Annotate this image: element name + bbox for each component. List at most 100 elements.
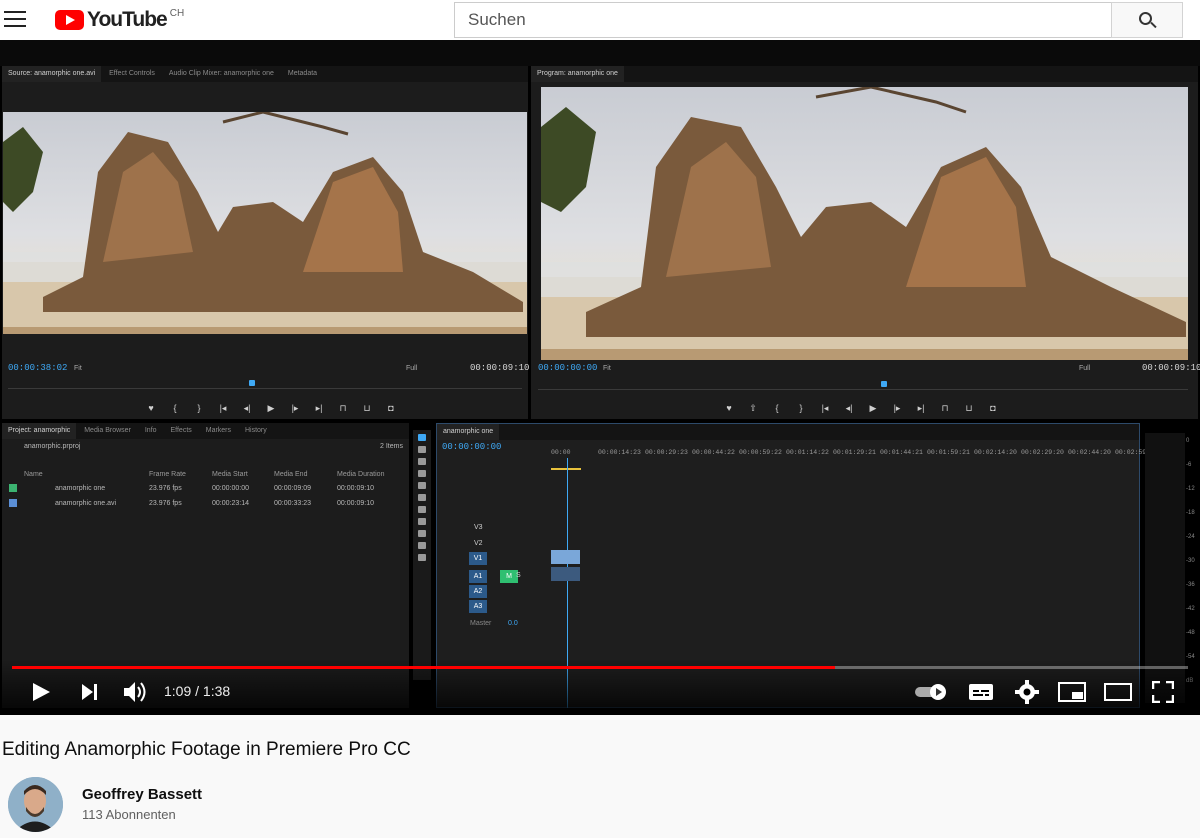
col-media-end[interactable]: Media End — [274, 471, 307, 478]
track-v1[interactable]: V1 — [469, 552, 487, 565]
channel-name[interactable]: Geoffrey Bassett — [82, 786, 202, 803]
settings-button[interactable] — [1015, 680, 1039, 709]
tab-info[interactable]: Info — [139, 423, 163, 439]
selection-tool-icon[interactable] — [418, 434, 426, 441]
pen-tool-icon[interactable] — [418, 530, 426, 537]
master-volume[interactable]: 0.0 — [508, 620, 518, 627]
autoplay-toggle-icon — [915, 684, 946, 700]
program-scrub-bar[interactable] — [538, 389, 1188, 390]
subtitles-button[interactable] — [968, 682, 994, 707]
track-a2[interactable]: A2 — [469, 585, 487, 598]
tab-project[interactable]: Project: anamorphic — [2, 423, 77, 439]
insert-icon[interactable]: ⊓ — [338, 403, 348, 414]
program-quality-dropdown[interactable]: Full — [1079, 365, 1090, 372]
progress-bar[interactable] — [12, 666, 1188, 669]
tab-metadata[interactable]: Metadata — [282, 66, 323, 82]
fullscreen-button[interactable] — [1151, 680, 1175, 708]
track-v2[interactable]: V2 — [474, 540, 483, 547]
video-clip[interactable] — [551, 550, 580, 564]
marker-icon[interactable]: ♥ — [724, 403, 734, 414]
overwrite-icon[interactable]: ⊔ — [362, 403, 372, 414]
next-button[interactable] — [79, 681, 101, 708]
track-a3[interactable]: A3 — [469, 600, 487, 613]
tab-effect-controls[interactable]: Effect Controls — [103, 66, 161, 82]
program-timecode-in[interactable]: 00:00:00:00 — [538, 363, 597, 373]
lift-icon[interactable]: ⊓ — [940, 403, 950, 414]
mark-out-icon[interactable]: } — [796, 403, 806, 414]
slip-tool-icon[interactable] — [418, 506, 426, 513]
source-playhead[interactable] — [249, 380, 255, 386]
razor-tool-icon[interactable] — [418, 494, 426, 501]
program-fit-dropdown[interactable]: Fit — [603, 365, 611, 372]
rolling-edit-tool-icon[interactable] — [418, 470, 426, 477]
tab-media-browser[interactable]: Media Browser — [78, 423, 137, 439]
volume-button[interactable] — [122, 680, 148, 709]
play-icon-program[interactable]: ▶ — [868, 403, 878, 414]
mark-out-icon[interactable]: } — [194, 403, 204, 414]
theater-mode-button[interactable] — [1104, 683, 1132, 706]
work-area-bar[interactable] — [551, 468, 581, 470]
timeline-timecode[interactable]: 00:00:00:00 — [442, 442, 501, 452]
tab-audio-clip-mixer[interactable]: Audio Clip Mixer: anamorphic one — [163, 66, 280, 82]
col-name[interactable]: Name — [24, 471, 43, 478]
hand-tool-icon[interactable] — [418, 542, 426, 549]
camera-icon[interactable]: ◘ — [988, 403, 998, 414]
source-scrub-bar[interactable] — [8, 388, 522, 389]
track-select-tool-icon[interactable] — [418, 446, 426, 453]
col-media-duration[interactable]: Media Duration — [337, 471, 384, 478]
slide-tool-icon[interactable] — [418, 518, 426, 525]
extract-icon[interactable]: ⊔ — [964, 403, 974, 414]
play-button[interactable] — [30, 681, 52, 708]
mark-in-icon[interactable]: { — [170, 403, 180, 414]
channel-avatar[interactable] — [8, 777, 63, 832]
go-to-in-icon[interactable]: |◂ — [820, 403, 830, 414]
meter-tick-label: -30 — [1186, 558, 1195, 564]
step-forward-icon[interactable]: |▸ — [892, 403, 902, 414]
label-color-swatch — [9, 499, 17, 507]
master-track[interactable]: Master — [470, 620, 491, 627]
a1-solo-toggle[interactable]: S — [516, 572, 521, 579]
video-player[interactable]: Source: anamorphic one.avi Effect Contro… — [0, 40, 1200, 715]
miniplayer-button[interactable] — [1058, 682, 1086, 707]
ruler-tick-label: 00:02:29:20 — [1021, 449, 1064, 456]
play-icon-source[interactable]: ▶ — [266, 403, 276, 414]
tab-program[interactable]: Program: anamorphic one — [531, 66, 624, 82]
country-code: CH — [169, 7, 185, 19]
lift-icon[interactable]: ⇧ — [748, 403, 758, 414]
mark-in-icon[interactable]: { — [772, 403, 782, 414]
program-transport-controls: ♥ ⇧ {} |◂ ◂| ▶ |▸ ▸| ⊓ ⊔ ◘ — [724, 403, 998, 414]
step-forward-icon[interactable]: |▸ — [290, 403, 300, 414]
search-button[interactable] — [1111, 2, 1183, 38]
timeline-tabs: anamorphic one — [437, 424, 1139, 440]
track-v3[interactable]: V3 — [474, 524, 483, 531]
source-timecode-in[interactable]: 00:00:38:02 — [8, 363, 67, 373]
ripple-edit-tool-icon[interactable] — [418, 458, 426, 465]
program-playhead[interactable] — [881, 381, 887, 387]
tab-markers[interactable]: Markers — [200, 423, 237, 439]
tab-sequence[interactable]: anamorphic one — [437, 424, 500, 440]
tab-history[interactable]: History — [239, 423, 273, 439]
audio-clip[interactable] — [551, 567, 580, 581]
marker-icon[interactable]: ♥ — [146, 403, 156, 414]
tab-effects[interactable]: Effects — [165, 423, 198, 439]
zoom-tool-icon[interactable] — [418, 554, 426, 561]
youtube-logo[interactable]: YouTube CH — [55, 8, 184, 32]
autoplay-toggle[interactable] — [914, 683, 948, 706]
tab-source[interactable]: Source: anamorphic one.avi — [2, 66, 102, 82]
camera-icon[interactable]: ◘ — [386, 403, 396, 414]
hamburger-menu-icon[interactable] — [4, 10, 26, 28]
go-to-out-icon[interactable]: ▸| — [916, 403, 926, 414]
source-quality-dropdown[interactable]: Full — [406, 365, 417, 372]
project-item-count: 2 Items — [380, 443, 403, 450]
step-back-icon[interactable]: ◂| — [844, 403, 854, 414]
search-input[interactable]: Suchen — [454, 2, 1112, 38]
go-to-out-icon[interactable]: ▸| — [314, 403, 324, 414]
rate-stretch-tool-icon[interactable] — [418, 482, 426, 489]
time-display: 1:09 / 1:38 — [164, 683, 231, 699]
col-frame-rate[interactable]: Frame Rate — [149, 471, 186, 478]
step-back-icon[interactable]: ◂| — [242, 403, 252, 414]
source-fit-dropdown[interactable]: Fit — [74, 365, 82, 372]
track-a1[interactable]: A1 — [469, 570, 487, 583]
col-media-start[interactable]: Media Start — [212, 471, 248, 478]
go-to-in-icon[interactable]: |◂ — [218, 403, 228, 414]
